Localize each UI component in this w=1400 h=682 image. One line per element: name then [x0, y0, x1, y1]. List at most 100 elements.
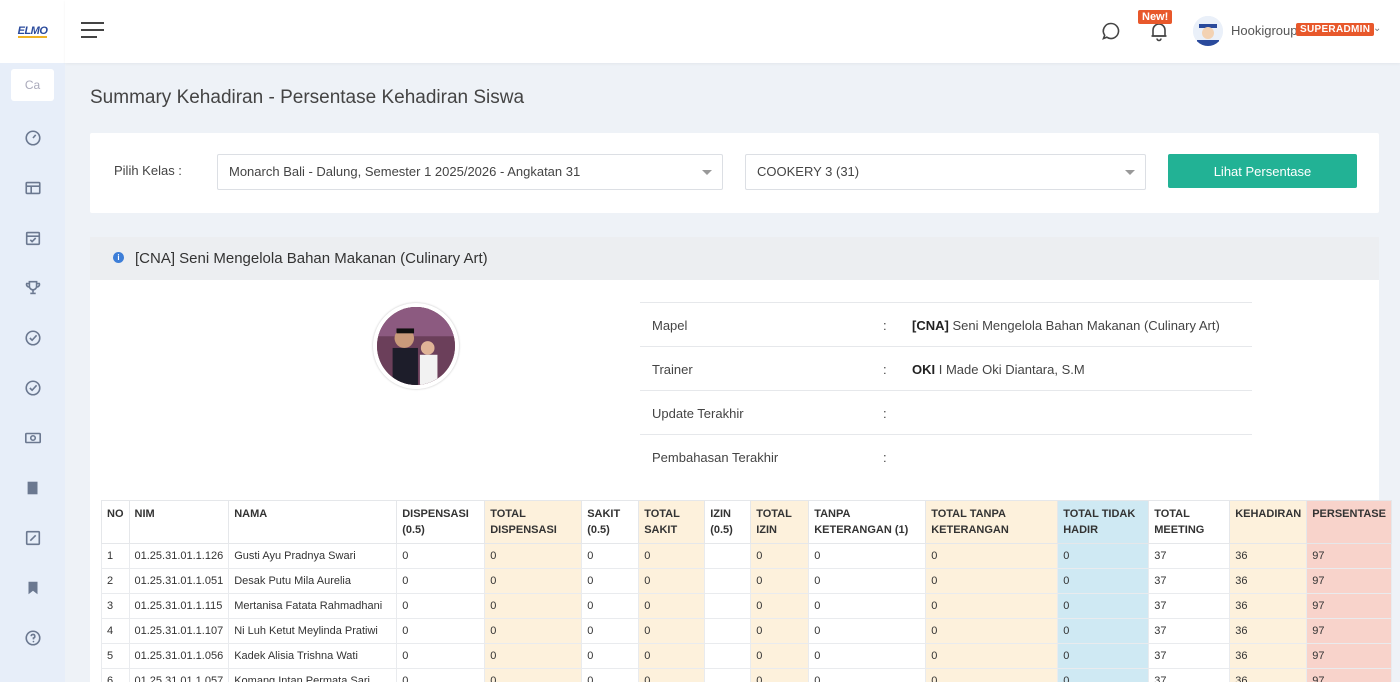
class-select-value: Monarch Bali - Dalung, Semester 1 2025/2…: [229, 164, 581, 179]
cell-total-meeting: 37: [1148, 543, 1231, 569]
cell-sakit: 0: [581, 568, 640, 594]
cell-sakit: 0: [581, 543, 640, 569]
cell-tanpa-keterangan: 0: [808, 618, 927, 644]
new-badge: New!: [1138, 10, 1173, 24]
subject-header: i [CNA] Seni Mengelola Bahan Makanan (Cu…: [90, 237, 1379, 280]
sidebar: ELMO Ca: [0, 0, 65, 682]
col-header-total-izin[interactable]: TOTAL IZIN: [750, 500, 810, 544]
cell-total-izin: 0: [750, 568, 810, 594]
cell-total-dispensasi: 0: [484, 643, 583, 669]
col-header-nama[interactable]: NAMA: [228, 500, 398, 544]
info-text: Seni Mengelola Bahan Makanan (Culinary A…: [952, 318, 1220, 333]
check-circle-icon[interactable]: [0, 313, 65, 363]
cell-nim: 01.25.31.01.1.051: [128, 568, 230, 594]
table-row[interactable]: 2 01.25.31.01.1.051 Desak Putu Mila Aureli…: [101, 568, 1392, 594]
lihat-persentase-button[interactable]: Lihat Persentase: [1168, 154, 1357, 188]
chat-icon[interactable]: [1101, 21, 1121, 41]
calendar-check-icon[interactable]: [0, 213, 65, 263]
chevron-down-icon: [1125, 170, 1135, 175]
help-icon[interactable]: [0, 613, 65, 663]
cell-no: 3: [101, 593, 130, 619]
cell-total-meeting: 37: [1148, 643, 1231, 669]
subject-info: Mapel : [CNA] Seni Mengelola Bahan Makan…: [640, 302, 1252, 478]
info-label: Update Terakhir: [652, 406, 744, 421]
topbar: New! Hookigroup SUPERADMIN ⌄: [65, 0, 1400, 63]
info-value: OKI I Made Oki Diantara, S.M: [912, 362, 1085, 377]
cell-total-tidak-hadir: 0: [1057, 643, 1150, 669]
table-row[interactable]: 6 01.25.31.01.1.057 Komang Intan Permata S…: [101, 668, 1392, 682]
users-icon[interactable]: [0, 663, 65, 682]
col-header-dispensasi[interactable]: DISPENSASI (0.5): [396, 500, 486, 544]
cell-izin: [704, 643, 752, 669]
check-circle-icon[interactable]: [0, 363, 65, 413]
logo[interactable]: ELMO: [0, 0, 65, 63]
cell-total-sakit: 0: [638, 668, 706, 682]
cell-total-tidak-hadir: 0: [1057, 618, 1150, 644]
table-row[interactable]: 4 01.25.31.01.1.107 Ni Luh Ketut Meylinda …: [101, 618, 1392, 644]
cell-nim: 01.25.31.01.1.107: [128, 618, 230, 644]
edit-icon[interactable]: [0, 513, 65, 563]
table-row[interactable]: 5 01.25.31.01.1.056 Kadek Alisia Trishna W…: [101, 643, 1392, 669]
money-icon[interactable]: [0, 413, 65, 463]
cell-izin: [704, 543, 752, 569]
book-icon[interactable]: [0, 463, 65, 513]
cell-nim: 01.25.31.01.1.126: [128, 543, 230, 569]
cell-nama: Gusti Ayu Pradnya Swari: [228, 543, 398, 569]
cell-kehadiran: 36: [1229, 668, 1308, 682]
col-header-sakit[interactable]: SAKIT (0.5): [581, 500, 640, 544]
cell-persentase: 97: [1306, 568, 1392, 594]
col-header-persentase[interactable]: PERSENTASE: [1306, 500, 1392, 544]
cell-total-tanpa-keterangan: 0: [925, 643, 1059, 669]
cell-no: 1: [101, 543, 130, 569]
cell-no: 6: [101, 668, 130, 682]
filter-label: Pilih Kelas :: [114, 163, 182, 178]
col-header-tanpa-keterangan[interactable]: TANPA KETERANGAN (1): [808, 500, 927, 544]
cell-total-izin: 0: [750, 618, 810, 644]
col-header-nim[interactable]: NIM: [128, 500, 230, 544]
cell-kehadiran: 36: [1229, 568, 1308, 594]
subject-title: [CNA] Seni Mengelola Bahan Makanan (Culi…: [135, 250, 488, 267]
cell-total-dispensasi: 0: [484, 668, 583, 682]
col-header-total-tidak-hadir[interactable]: TOTAL TIDAK HADIR: [1057, 500, 1150, 544]
course-select[interactable]: COOKERY 3 (31): [745, 154, 1146, 190]
cell-total-dispensasi: 0: [484, 568, 583, 594]
col-header-kehadiran[interactable]: KEHADIRAN: [1229, 500, 1308, 544]
table-header-row: NO NIM NAMA DISPENSASI (0.5) TOTAL DISPE…: [101, 500, 1392, 544]
cell-sakit: 0: [581, 643, 640, 669]
cell-tanpa-keterangan: 0: [808, 643, 927, 669]
table-row[interactable]: 3 01.25.31.01.1.115 Mertanisa Fatata Rahma…: [101, 593, 1392, 619]
cell-dispensasi: 0: [396, 643, 486, 669]
avatar[interactable]: [1193, 16, 1223, 46]
chevron-down-icon[interactable]: ⌄: [1373, 23, 1381, 34]
info-text: I Made Oki Diantara, S.M: [938, 362, 1085, 377]
bookmark-icon[interactable]: [0, 563, 65, 613]
col-header-total-dispensasi[interactable]: TOTAL DISPENSASI: [484, 500, 583, 544]
sidebar-search[interactable]: Ca: [11, 69, 54, 101]
filter-card: Pilih Kelas : Monarch Bali - Dalung, Sem…: [90, 133, 1379, 213]
col-header-no[interactable]: NO: [101, 500, 130, 544]
course-select-value: COOKERY 3 (31): [757, 164, 860, 179]
trophy-icon[interactable]: [0, 263, 65, 313]
chevron-down-icon: [702, 170, 712, 175]
role-badge: SUPERADMIN: [1296, 23, 1375, 36]
col-header-total-sakit[interactable]: TOTAL SAKIT: [638, 500, 706, 544]
dashboard-icon[interactable]: [0, 113, 65, 163]
info-value: [CNA] Seni Mengelola Bahan Makanan (Culi…: [912, 318, 1220, 333]
class-select[interactable]: Monarch Bali - Dalung, Semester 1 2025/2…: [217, 154, 723, 190]
cell-no: 5: [101, 643, 130, 669]
user-name[interactable]: Hookigroup: [1231, 23, 1298, 38]
logo-text: ELMO: [17, 24, 48, 38]
cell-total-tidak-hadir: 0: [1057, 543, 1150, 569]
menu-icon[interactable]: [81, 22, 104, 39]
page-title: Summary Kehadiran - Persentase Kehadiran…: [90, 87, 525, 108]
col-header-izin[interactable]: IZIN (0.5): [704, 500, 752, 544]
cell-sakit: 0: [581, 668, 640, 682]
col-header-total-meeting[interactable]: TOTAL MEETING: [1148, 500, 1231, 544]
cell-total-tanpa-keterangan: 0: [925, 543, 1059, 569]
table-icon[interactable]: [0, 163, 65, 213]
cell-total-tanpa-keterangan: 0: [925, 668, 1059, 682]
col-header-total-tanpa-keterangan[interactable]: TOTAL TANPA KETERANGAN: [925, 500, 1059, 544]
table-row[interactable]: 1 01.25.31.01.1.126 Gusti Ayu Pradnya Swar…: [101, 543, 1392, 569]
cell-izin: [704, 593, 752, 619]
cell-dispensasi: 0: [396, 568, 486, 594]
